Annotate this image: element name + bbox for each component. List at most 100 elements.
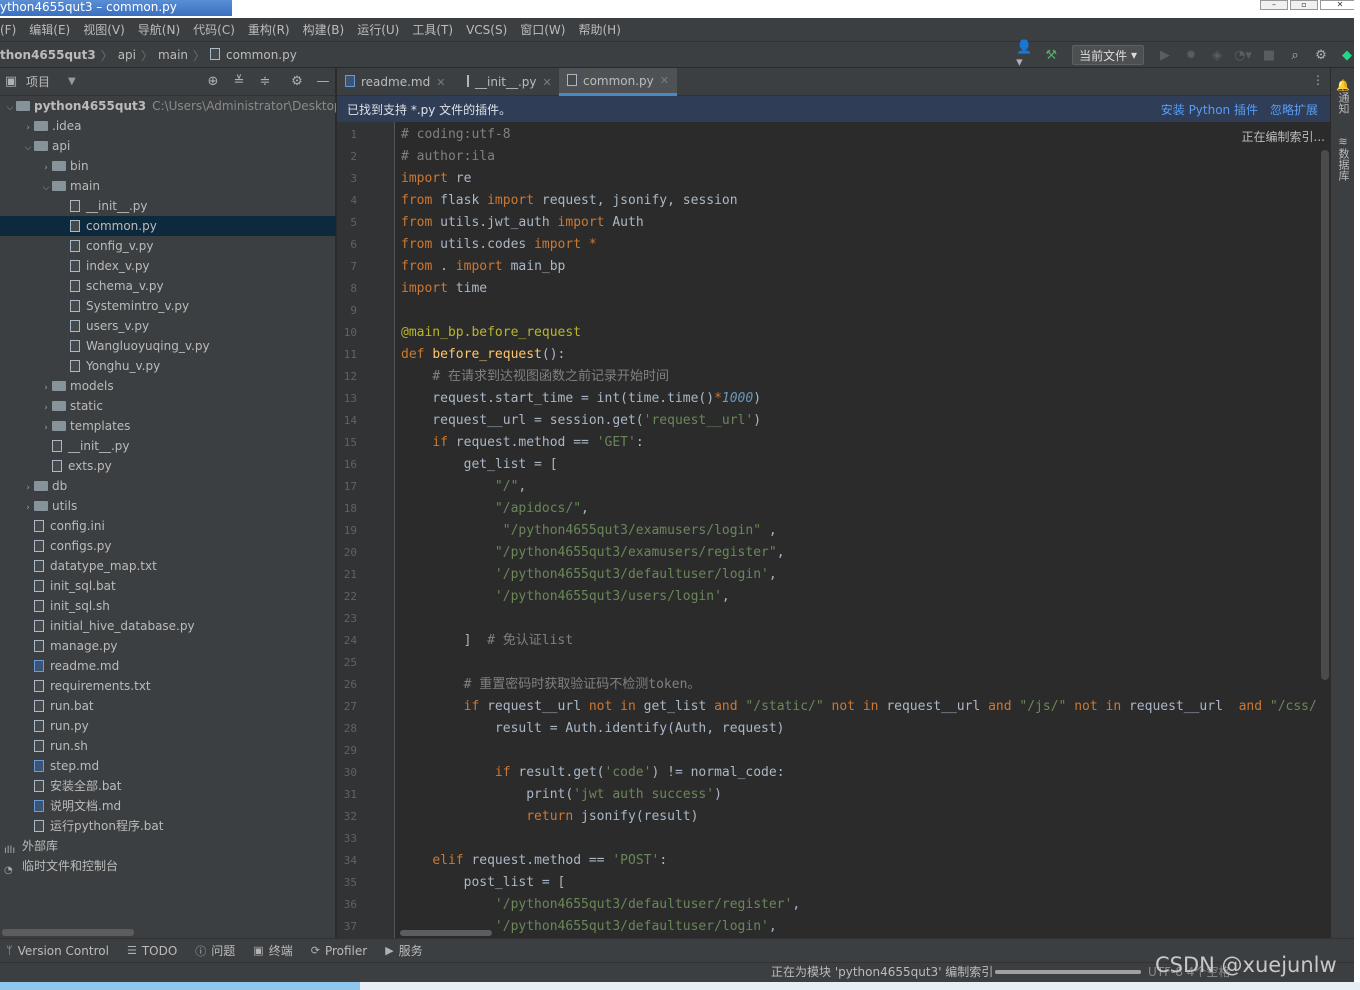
tree-folder-row[interactable]: ⌵ main [0,176,336,196]
tree-file-row[interactable]: requirements.txt [0,676,336,696]
menu-item[interactable]: 编辑(E) [29,21,70,38]
menu-item[interactable]: 视图(V) [83,21,125,38]
code-line[interactable]: # author:ila [401,146,495,168]
tree-folder-row[interactable]: › bin [0,156,336,176]
stop-icon[interactable]: ■ [1260,46,1278,64]
editor-vertical-scrollbar[interactable] [1321,150,1329,680]
tree-file-row[interactable]: 说明文档.md [0,796,336,816]
tree-file-row[interactable]: ◔ 临时文件和控制台 [0,856,336,876]
code-line[interactable]: from utils.codes import * [401,234,597,256]
code-line[interactable]: "/", [401,476,526,498]
tree-file-row[interactable]: __init__.py [0,436,336,456]
collapsed-chevron-icon[interactable]: › [22,498,34,518]
tool-window-问题[interactable]: ⓘ 问题 [195,942,235,959]
code-line[interactable]: '/python4655qut3/defaultuser/register', [401,894,800,916]
tree-file-row[interactable]: readme.md [0,656,336,676]
collapsed-chevron-icon[interactable]: › [40,398,52,418]
tree-file-row[interactable]: Systemintro_v.py [0,296,336,316]
notifications-tab[interactable]: 🔔 通知 [1335,80,1351,117]
code-line[interactable]: if result.get('code') != normal_code: [401,762,785,784]
breadcrumb-api[interactable]: api [118,48,136,62]
tree-file-row[interactable]: init_sql.bat [0,576,336,596]
settings-gear-icon[interactable]: ⚙ [1312,46,1330,64]
tree-file-row[interactable]: __init__.py [0,196,336,216]
tool-window-服务[interactable]: ▶ 服务 [385,942,422,959]
tree-folder-row[interactable]: ⌵ python4655qut3 C:\Users\Administrator\De… [0,96,336,116]
menu-item[interactable]: 导航(N) [138,21,180,38]
database-tab[interactable]: ≋ 数据库 [1335,136,1351,184]
tree-folder-row[interactable]: › models [0,376,336,396]
code-line[interactable]: import re [401,168,471,190]
tree-file-row[interactable]: initial_hive_database.py [0,616,336,636]
tree-file-row[interactable]: 运行python程序.bat [0,816,336,836]
tree-file-row[interactable]: run.sh [0,736,336,756]
tree-file-row[interactable]: schema_v.py [0,276,336,296]
expanded-chevron-icon[interactable]: ⌵ [22,138,34,158]
tree-file-row[interactable]: config.ini [0,516,336,536]
view-mode-chevron-icon[interactable]: ▼ [68,76,76,87]
hide-panel-icon[interactable]: — [314,73,332,91]
code-line[interactable]: @main_bp.before_request [401,322,581,344]
search-icon[interactable]: ⌕ [1286,46,1304,64]
debug-icon[interactable]: ✹ [1182,46,1200,64]
tree-file-row[interactable]: common.py [0,216,336,236]
tree-file-row[interactable]: init_sql.sh [0,596,336,616]
menu-item[interactable]: 运行(U) [357,21,399,38]
menu-item[interactable]: 帮助(H) [578,21,620,38]
collapsed-chevron-icon[interactable]: › [40,378,52,398]
menu-item[interactable]: 工具(T) [412,21,453,38]
code-line[interactable]: "/apidocs/", [401,498,589,520]
code-line[interactable]: return jsonify(result) [401,806,698,828]
tree-folder-row[interactable]: › templates [0,416,336,436]
code-editor[interactable]: # coding:utf-8 # author:ila import re from … [396,122,1330,938]
breadcrumb-file[interactable]: common.py [226,48,297,62]
code-line[interactable]: '/python4655qut3/users/login', [401,586,730,608]
tool-window-终端[interactable]: ▣ 终端 [253,942,292,959]
project-panel-title[interactable]: 项目 [26,73,50,90]
code-line[interactable]: request__url = session.get('request__url… [401,410,761,432]
code-line[interactable]: def before_request(): [401,344,565,366]
tree-file-row[interactable]: config_v.py [0,236,336,256]
code-line[interactable]: from . import main_bp [401,256,565,278]
code-line[interactable]: request.start_time = int(time.time()*100… [401,388,761,410]
run-configuration-select[interactable]: 当前文件 ▾ [1072,45,1144,65]
code-line[interactable]: ] # 免认证list [401,630,573,652]
menu-item[interactable]: 重构(R) [248,21,290,38]
profile-icon[interactable]: ◔▾ [1234,46,1252,64]
taskbar-active-item[interactable] [0,982,360,990]
collapsed-chevron-icon[interactable]: › [22,478,34,498]
project-tree-scrollbar[interactable] [2,929,134,936]
tree-folder-row[interactable]: › static [0,396,336,416]
tab-common[interactable]: common.py ✕ [559,68,677,96]
tree-file-row[interactable]: index_v.py [0,256,336,276]
collapse-all-icon[interactable]: ≑ [256,73,274,91]
tree-file-row[interactable]: ıllı 外部库 [0,836,336,856]
close-tab-icon[interactable]: ✕ [543,76,552,89]
tree-file-row[interactable]: configs.py [0,536,336,556]
tree-folder-row[interactable]: › db [0,476,336,496]
minimize-button[interactable]: – [1260,0,1288,10]
code-line[interactable]: get_list = [ [401,454,558,476]
tree-file-row[interactable]: datatype_map.txt [0,556,336,576]
tree-folder-row[interactable]: › .idea [0,116,336,136]
ignore-extension-link[interactable]: 忽略扩展 [1270,101,1318,118]
collapsed-chevron-icon[interactable]: › [40,418,52,438]
code-line[interactable]: # 重置密码时获取验证码不检测token。 [401,674,701,696]
code-line[interactable]: result = Auth.identify(Auth, request) [401,718,785,740]
tree-file-row[interactable]: run.py [0,716,336,736]
collapsed-chevron-icon[interactable]: › [22,118,34,138]
tool-window-profiler[interactable]: ⟳ Profiler [311,944,367,958]
tab-init[interactable]: __init__.py ✕ [459,68,559,96]
menu-item[interactable]: 窗口(W) [520,21,565,38]
tree-folder-row[interactable]: › utils [0,496,336,516]
install-plugin-link[interactable]: 安装 Python 插件 [1161,101,1258,118]
close-tab-icon[interactable]: ✕ [660,74,669,87]
menu-item[interactable]: VCS(S) [466,23,507,37]
code-line[interactable]: from flask import request, jsonify, sess… [401,190,738,212]
code-line[interactable]: if request.method == 'GET': [401,432,643,454]
code-line[interactable]: # 在请求到达视图函数之前记录开始时间 [401,366,669,388]
tab-readme[interactable]: readme.md ✕ [337,68,459,96]
tree-file-row[interactable]: Yonghu_v.py [0,356,336,376]
code-line[interactable]: # coding:utf-8 [401,124,511,146]
tree-file-row[interactable]: run.bat [0,696,336,716]
